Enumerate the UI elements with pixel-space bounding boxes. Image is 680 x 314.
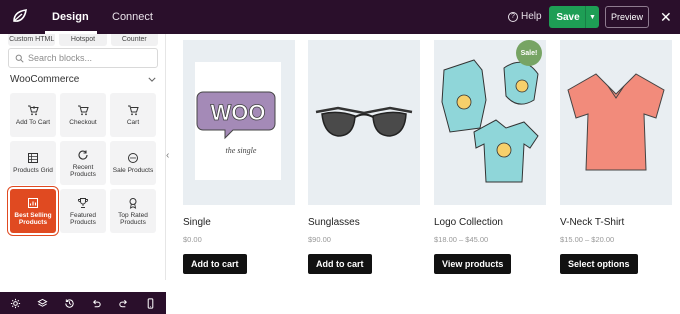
product-price: $15.00 – $20.00: [560, 235, 615, 244]
block-label: Sale Products: [112, 167, 154, 174]
block-counter[interactable]: Counter: [110, 34, 158, 46]
block-label: Featured Products: [69, 211, 97, 226]
top-bar: Design Connect ? Help Save ▼ Preview ✕: [0, 0, 680, 34]
product-name[interactable]: Sunglasses: [308, 217, 420, 228]
woocommerce-section-header[interactable]: WooCommerce: [10, 72, 156, 86]
woo-image-text: WOO: [211, 100, 266, 125]
preview-button[interactable]: Preview: [605, 6, 649, 28]
layers-icon[interactable]: [37, 298, 48, 309]
add-to-cart-button[interactable]: Add to cart: [308, 254, 372, 274]
product-card: Sunglasses $90.00 Add to cart: [308, 40, 420, 274]
product-card: V-Neck T-Shirt $15.00 – $20.00 Select op…: [560, 40, 672, 274]
mobile-preview-icon[interactable]: [145, 297, 156, 309]
product-card: Sale! Logo Collection $18.00 – $45.00 Vi…: [434, 40, 546, 274]
woo-single-image: WOO the single: [195, 62, 281, 180]
block-checkout[interactable]: Checkout: [60, 93, 106, 137]
chart-icon: [28, 197, 38, 208]
product-price: $90.00: [308, 235, 331, 244]
block-custom-html[interactable]: Custom HTML: [8, 34, 56, 46]
collapse-sidebar-icon[interactable]: ‹: [166, 150, 169, 161]
trophy-icon: [77, 197, 89, 208]
block-label: Top Rated Products: [118, 211, 148, 226]
award-icon: [129, 197, 137, 209]
seedprod-logo-icon[interactable]: [10, 7, 30, 27]
search-icon: [15, 54, 24, 63]
cart-icon: [78, 105, 89, 116]
product-image[interactable]: [560, 40, 672, 205]
cart-icon: [128, 105, 139, 116]
chevron-down-icon[interactable]: ▼: [585, 6, 599, 28]
sidebar: Custom HTML Hotspot Counter WooCommerce …: [0, 34, 166, 314]
sunglasses-image: [315, 106, 413, 137]
block-top-rated-products[interactable]: Top Rated Products: [110, 189, 156, 233]
undo-icon[interactable]: [91, 298, 102, 309]
block-products-grid[interactable]: Products Grid: [10, 141, 56, 185]
product-price: $0.00: [183, 235, 202, 244]
partial-block-row: Custom HTML Hotspot Counter: [8, 34, 158, 46]
product-image[interactable]: [308, 40, 420, 205]
v-neck-tshirt-image: [567, 73, 665, 171]
view-products-button[interactable]: View products: [434, 254, 512, 274]
chevron-down-icon: [148, 77, 156, 82]
help-label: Help: [521, 11, 542, 22]
product-price: $18.00 – $45.00: [434, 235, 489, 244]
save-label: Save: [556, 11, 580, 23]
product-name[interactable]: Logo Collection: [434, 217, 546, 228]
block-sale-products[interactable]: Sale Products: [110, 141, 156, 185]
block-label: Recent Products: [70, 163, 96, 178]
block-hotspot[interactable]: Hotspot: [59, 34, 107, 46]
grid-icon: [28, 153, 38, 163]
block-label: Checkout: [69, 119, 97, 126]
redo-icon[interactable]: [118, 298, 129, 309]
block-label: Best Selling Products: [14, 211, 52, 226]
add-to-cart-button[interactable]: Add to cart: [183, 254, 247, 274]
block-best-selling-products[interactable]: Best Selling Products: [7, 186, 59, 236]
search-box: [8, 48, 158, 68]
product-image[interactable]: WOO the single: [183, 40, 295, 205]
settings-icon[interactable]: [10, 298, 21, 309]
block-featured-products[interactable]: Featured Products: [60, 189, 106, 233]
block-label: Add To Cart: [15, 119, 51, 126]
section-title: WooCommerce: [10, 73, 80, 85]
dots-icon: [128, 153, 138, 163]
tab-connect[interactable]: Connect: [112, 11, 153, 23]
select-options-button[interactable]: Select options: [560, 254, 638, 274]
question-icon: ?: [508, 11, 518, 22]
block-label: Cart: [126, 119, 140, 126]
block-cart[interactable]: Cart: [110, 93, 156, 137]
cart-plus-icon: [28, 105, 39, 116]
product-name[interactable]: V-Neck T-Shirt: [560, 217, 672, 228]
block-label: Products Grid: [13, 167, 53, 174]
product-card: WOO the single Single $0.00 Add to cart: [183, 40, 295, 274]
bottom-toolbar: [0, 292, 166, 314]
refresh-icon: [78, 150, 88, 160]
save-button[interactable]: Save ▼: [549, 6, 599, 28]
close-icon[interactable]: ✕: [660, 9, 672, 26]
product-name[interactable]: Single: [183, 217, 295, 228]
woocommerce-blocks-grid: Add To Cart Checkout Cart Products Grid …: [7, 93, 157, 236]
block-add-to-cart[interactable]: Add To Cart: [10, 93, 56, 137]
product-image[interactable]: Sale!: [434, 40, 546, 205]
sale-badge: Sale!: [516, 40, 542, 66]
woo-image-subtext: the single: [226, 146, 257, 155]
search-input[interactable]: [28, 53, 148, 63]
help-button[interactable]: ? Help: [508, 11, 542, 22]
block-recent-products[interactable]: Recent Products: [60, 141, 106, 185]
tab-design[interactable]: Design: [52, 11, 89, 23]
history-icon[interactable]: [64, 298, 75, 309]
